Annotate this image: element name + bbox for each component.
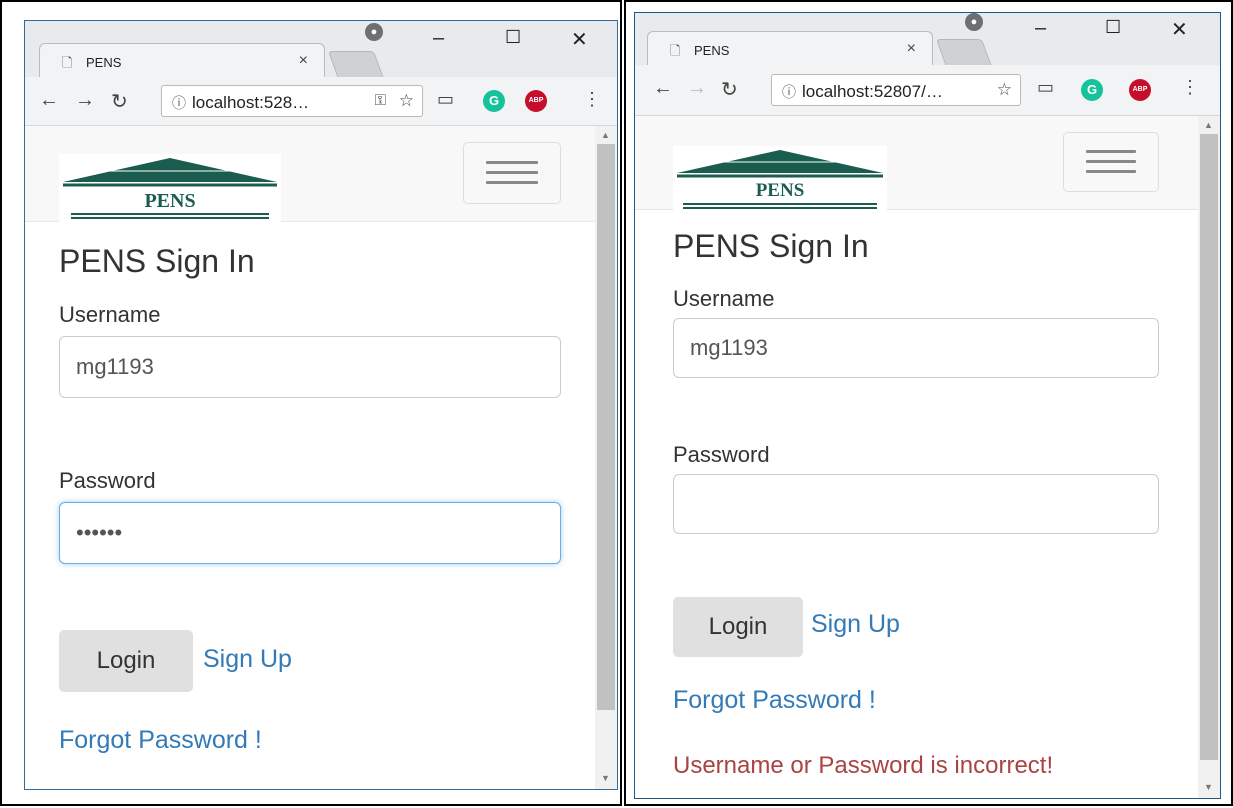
pens-logo[interactable]: PENS [59, 154, 281, 222]
page-content: PENS PENS Sign In Username Password Logi… [635, 116, 1220, 798]
kebab-menu-icon[interactable]: ⋮ [1181, 77, 1199, 98]
browser-window: 🗋 PENS × ● – ☐ ✕ ← → ↻ ⓘ localhost:52807… [634, 12, 1221, 799]
menu-toggle-button[interactable] [1063, 132, 1159, 192]
close-tab-icon[interactable]: × [299, 52, 308, 70]
browser-window: 🗋 PENS × ● – ☐ ✕ ← → ↻ ⓘ localhost:528… … [24, 20, 618, 790]
hamburger-bar [1086, 170, 1136, 173]
sign-up-link[interactable]: Sign Up [203, 645, 292, 674]
scroll-up-icon[interactable]: ▲ [601, 130, 610, 140]
password-field[interactable] [59, 502, 561, 564]
scroll-thumb[interactable] [1200, 134, 1218, 760]
url-text: localhost:528… [192, 93, 310, 112]
star-icon[interactable]: ☆ [997, 80, 1012, 100]
address-bar[interactable]: ⓘ localhost:528… ⚿ ☆ [161, 85, 423, 117]
username-label: Username [59, 302, 161, 327]
forward-arrow-icon[interactable]: → [75, 89, 95, 112]
username-label: Username [673, 286, 775, 311]
grammarly-icon[interactable]: G [1081, 79, 1103, 101]
close-tab-icon[interactable]: × [907, 40, 916, 58]
kebab-menu-icon[interactable]: ⋮ [583, 89, 601, 110]
info-icon[interactable]: ⓘ [172, 93, 186, 113]
tab-title: PENS [86, 55, 122, 70]
info-icon[interactable]: ⓘ [782, 82, 796, 102]
forgot-password-link[interactable]: Forgot Password ! [59, 726, 262, 755]
hamburger-bar [1086, 150, 1136, 153]
forgot-password-link[interactable]: Forgot Password ! [673, 686, 876, 715]
minimize-icon[interactable]: – [433, 27, 444, 50]
menu-toggle-button[interactable] [463, 142, 561, 204]
page-title: PENS Sign In [673, 228, 869, 264]
url-text: localhost:52807/… [802, 82, 943, 101]
adblock-icon[interactable]: ABP [525, 90, 547, 112]
reload-icon[interactable]: ↻ [111, 89, 128, 114]
cast-icon[interactable]: ▭ [437, 89, 454, 110]
hamburger-bar [486, 181, 538, 184]
reload-icon[interactable]: ↻ [721, 77, 738, 102]
page-content: PENS PENS Sign In Username Password Logi… [25, 126, 617, 789]
new-tab-button[interactable] [935, 39, 993, 67]
password-field[interactable] [673, 474, 1159, 534]
profile-icon[interactable]: ● [365, 23, 383, 41]
tab-title: PENS [694, 43, 730, 58]
maximize-icon[interactable]: ☐ [505, 27, 521, 48]
profile-icon[interactable]: ● [965, 13, 983, 31]
left-screenshot-frame: 🗋 PENS × ● – ☐ ✕ ← → ↻ ⓘ localhost:528… … [0, 0, 622, 806]
logo-text: PENS [144, 190, 196, 212]
browser-tab[interactable]: 🗋 PENS × [647, 31, 933, 67]
site-navbar: PENS [635, 116, 1198, 212]
login-button[interactable]: Login [59, 630, 193, 692]
page-icon: 🗋 [62, 55, 73, 70]
forward-arrow-icon[interactable]: → [687, 77, 707, 100]
browser-toolbar: ← → ↻ ⓘ localhost:52807/… ☆ ▭ G ABP ⋮ [635, 65, 1220, 116]
grammarly-icon[interactable]: G [483, 90, 505, 112]
username-field[interactable] [673, 318, 1159, 378]
address-bar[interactable]: ⓘ localhost:52807/… ☆ [771, 74, 1021, 106]
key-icon[interactable]: ⚿ [375, 92, 386, 109]
hamburger-bar [486, 171, 538, 174]
close-window-icon[interactable]: ✕ [571, 27, 588, 52]
scroll-down-icon[interactable]: ▼ [601, 773, 610, 783]
browser-tab[interactable]: 🗋 PENS × [39, 43, 325, 79]
error-message: Username or Password is incorrect! [673, 752, 1054, 779]
vertical-scrollbar[interactable]: ▲ ▼ [595, 126, 617, 789]
scroll-up-icon[interactable]: ▲ [1204, 120, 1213, 130]
scroll-down-icon[interactable]: ▼ [1204, 782, 1213, 792]
scroll-thumb[interactable] [597, 144, 615, 710]
close-window-icon[interactable]: ✕ [1171, 17, 1188, 42]
page-icon: 🗋 [670, 43, 681, 58]
minimize-icon[interactable]: – [1035, 17, 1046, 40]
site-navbar: PENS [25, 126, 595, 222]
star-icon[interactable]: ☆ [399, 91, 414, 111]
vertical-scrollbar[interactable]: ▲ ▼ [1198, 116, 1220, 798]
new-tab-button[interactable] [327, 51, 385, 79]
hamburger-bar [1086, 160, 1136, 163]
maximize-icon[interactable]: ☐ [1105, 17, 1121, 38]
browser-titlebar: 🗋 PENS × ● – ☐ ✕ [635, 13, 1220, 67]
password-label: Password [673, 442, 770, 467]
back-arrow-icon[interactable]: ← [39, 89, 59, 112]
adblock-icon[interactable]: ABP [1129, 79, 1151, 101]
hamburger-bar [486, 161, 538, 164]
cast-icon[interactable]: ▭ [1037, 77, 1054, 98]
browser-toolbar: ← → ↻ ⓘ localhost:528… ⚿ ☆ ▭ G ABP ⋮ [25, 77, 617, 126]
sign-up-link[interactable]: Sign Up [811, 610, 900, 639]
page-title: PENS Sign In [59, 243, 255, 279]
pens-logo[interactable]: PENS [673, 146, 887, 212]
browser-titlebar: 🗋 PENS × ● – ☐ ✕ [25, 21, 617, 79]
back-arrow-icon[interactable]: ← [653, 77, 673, 100]
username-field[interactable] [59, 336, 561, 398]
logo-text: PENS [755, 180, 805, 201]
password-label: Password [59, 468, 156, 493]
login-button[interactable]: Login [673, 597, 803, 657]
